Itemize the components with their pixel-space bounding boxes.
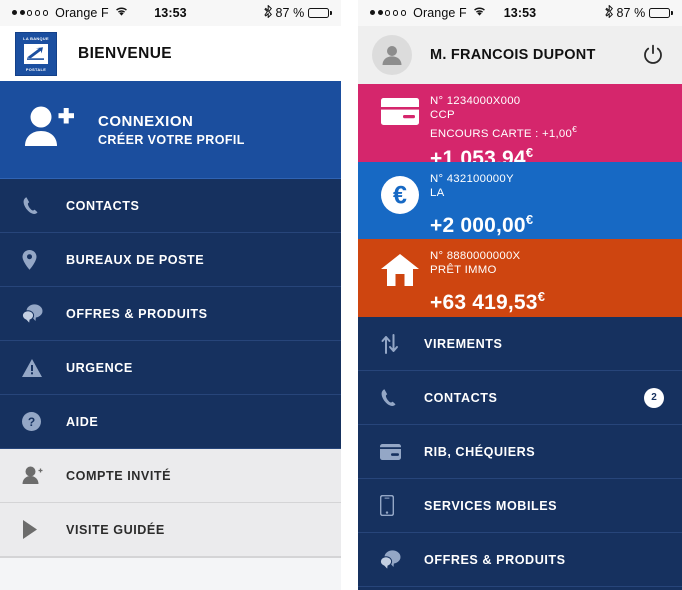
warning-triangle-icon xyxy=(22,358,48,377)
status-bar-time: 13:53 xyxy=(503,6,537,20)
connexion-subtitle: CRÉER VOTRE PROFIL xyxy=(98,132,245,147)
account-details: N° 1234000X000 CCP ENCOURS CARTE : +1,00… xyxy=(426,94,682,170)
page-title: BIENVENUE xyxy=(78,44,173,62)
mobile-phone-icon xyxy=(380,495,406,516)
sidebar-item-label: VISITE GUIDÉE xyxy=(66,522,165,537)
euro-circle-icon: € xyxy=(374,172,426,229)
account-card-pret-immo[interactable]: N° 8880000000X PRÊT IMMO +63 419,53€ xyxy=(358,239,682,317)
sidebar-item-label: AIDE xyxy=(66,414,99,429)
left-bottom-filler xyxy=(0,557,341,558)
account-details: N° 432100000Y LA +2 000,00€ xyxy=(426,172,682,237)
account-number: N° 8880000000X xyxy=(430,250,521,262)
sidebar-item-label: CONTACTS xyxy=(66,198,140,213)
menu-item-rib-chequiers[interactable]: RIB, CHÉQUIERS xyxy=(358,425,682,479)
menu-item-label: VIREMENTS xyxy=(424,336,503,351)
account-card-la[interactable]: € N° 432100000Y LA +2 000,00€ xyxy=(358,162,682,239)
sidebar-item-label: OFFRES & PRODUITS xyxy=(66,306,208,321)
menu-item-offres-produits[interactable]: OFFRES & PRODUITS xyxy=(358,533,682,587)
sidebar-item-visite-guidee[interactable]: VISITE GUIDÉE xyxy=(0,503,341,557)
svg-text:€: € xyxy=(393,182,407,210)
account-card-ccp[interactable]: N° 1234000X000 CCP ENCOURS CARTE : +1,00… xyxy=(358,84,682,170)
chat-bubbles-icon xyxy=(380,550,406,569)
account-balance: +2 000,00€ xyxy=(430,212,534,238)
account-balance: +63 419,53€ xyxy=(430,289,546,315)
sidebar-item-contacts[interactable]: CONTACTS xyxy=(0,179,341,233)
screens-gap xyxy=(341,0,358,590)
phone-icon xyxy=(380,388,406,407)
phone-icon xyxy=(22,196,48,215)
account-number: N° 432100000Y xyxy=(430,173,514,185)
account-details: N° 8880000000X PRÊT IMMO +63 419,53€ xyxy=(426,249,682,314)
logo-top-text: LA BANQUE xyxy=(23,35,49,41)
question-circle-icon: ? xyxy=(22,412,48,431)
map-pin-icon xyxy=(22,249,48,270)
svg-text:?: ? xyxy=(28,415,35,429)
sidebar-item-label: URGENCE xyxy=(66,360,133,375)
menu-item-virements[interactable]: VIREMENTS xyxy=(358,317,682,371)
user-add-icon xyxy=(22,104,76,155)
status-bar-left: Orange F 13:53 87 % xyxy=(0,0,341,26)
account-type: PRÊT IMMO xyxy=(430,264,497,277)
account-header: M. FRANCOIS DUPONT xyxy=(358,26,682,84)
power-icon[interactable] xyxy=(640,42,666,68)
connexion-title: CONNEXION xyxy=(98,112,194,130)
credit-card-icon xyxy=(374,94,426,152)
dual-screenshot: Orange F 13:53 87 % LA BANQUE POSTALE BI… xyxy=(0,0,682,590)
left-header: LA BANQUE POSTALE BIENVENUE xyxy=(0,26,341,81)
user-name: M. FRANCOIS DUPONT xyxy=(430,47,596,63)
menu-item-services-mobiles[interactable]: SERVICES MOBILES xyxy=(358,479,682,533)
account-type: CCP xyxy=(430,109,455,122)
menu-item-label: SERVICES MOBILES xyxy=(424,498,558,513)
status-bar-right: Orange F 13:53 87 % xyxy=(358,0,682,26)
menu-item-label: OFFRES & PRODUITS xyxy=(424,552,566,567)
chat-bubbles-icon xyxy=(22,304,48,323)
sidebar-item-offres-produits[interactable]: OFFRES & PRODUITS xyxy=(0,287,341,341)
user-guest-icon xyxy=(22,466,48,485)
sidebar-item-compte-invite[interactable]: COMPTE INVITÉ xyxy=(0,449,341,503)
menu-item-contacts[interactable]: CONTACTS 2 xyxy=(358,371,682,425)
status-badge: 2 xyxy=(644,387,664,408)
avatar-icon xyxy=(372,35,412,75)
wallet-icon xyxy=(380,443,406,460)
account-extra: ENCOURS CARTE : +1,00€ xyxy=(430,124,578,141)
logo-bottom-text: POSTALE xyxy=(25,66,47,72)
sidebar-item-aide[interactable]: ? AIDE xyxy=(0,395,341,449)
connexion-panel[interactable]: CONNEXION CRÉER VOTRE PROFIL xyxy=(0,81,341,179)
status-bar-time: 13:53 xyxy=(154,6,187,20)
sidebar-item-label: COMPTE INVITÉ xyxy=(66,468,172,483)
sidebar-item-bureaux-de-poste[interactable]: BUREAUX DE POSTE xyxy=(0,233,341,287)
left-phone-screen: Orange F 13:53 87 % LA BANQUE POSTALE BI… xyxy=(0,0,341,590)
menu-item-label: CONTACTS xyxy=(424,390,498,405)
account-type: LA xyxy=(430,187,445,200)
play-triangle-icon xyxy=(22,520,48,539)
account-number: N° 1234000X000 xyxy=(430,95,521,107)
la-banque-postale-logo: LA BANQUE POSTALE xyxy=(15,31,57,76)
right-phone-screen: Orange F 13:53 87 % M. FRANCOIS DUPONT N… xyxy=(358,0,682,590)
connexion-texts: CONNEXION CRÉER VOTRE PROFIL xyxy=(98,113,245,147)
sidebar-item-label: BUREAUX DE POSTE xyxy=(66,252,205,267)
postal-bird-icon xyxy=(24,43,48,64)
menu-item-label: RIB, CHÉQUIERS xyxy=(424,444,536,459)
transfer-arrows-icon xyxy=(380,333,406,354)
sidebar-item-urgence[interactable]: URGENCE xyxy=(0,341,341,395)
house-icon xyxy=(374,249,426,307)
